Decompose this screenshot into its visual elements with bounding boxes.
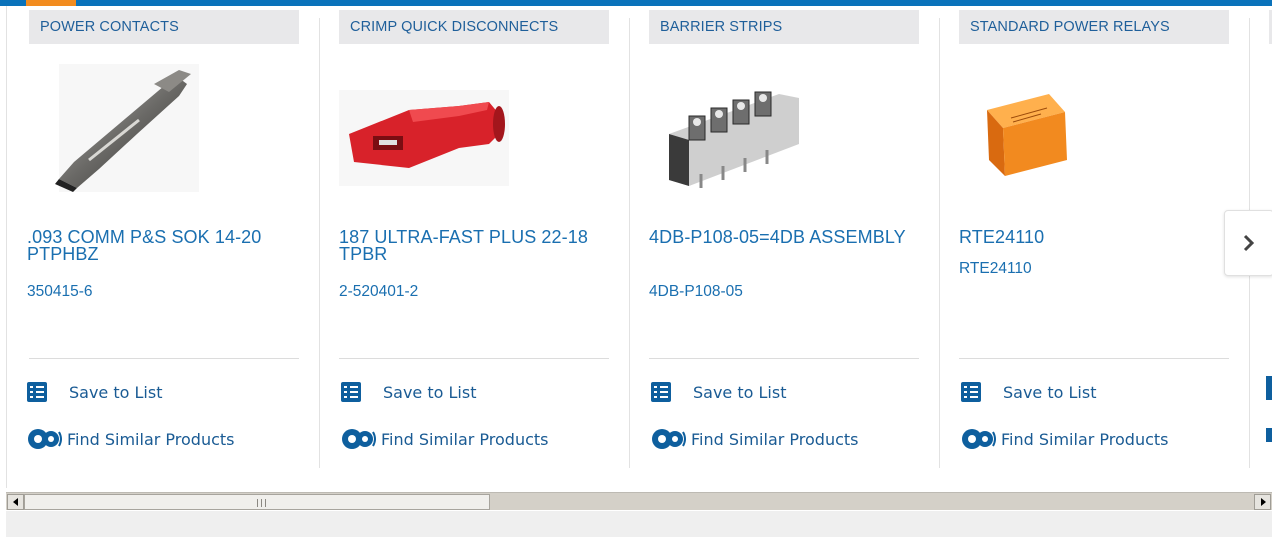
checklist-icon [341,382,361,402]
category-label[interactable]: POWER CONTACTS [29,10,299,44]
arrow-right-icon [1260,498,1266,506]
save-to-list-button[interactable]: Save to List [27,382,162,402]
gears-icon [652,429,686,449]
product-card: STANDARD POWER RELAYS RTE24110 RTE24110 … [939,6,1249,470]
scroll-left-button[interactable] [7,494,24,510]
product-card: BARRIER STRIPS 4DB-P108-05=4DB ASSEMBLY … [629,6,939,470]
gears-icon [342,429,376,449]
gears-icon [962,429,996,449]
category-label[interactable]: STANDARD POWER RELAYS [959,10,1229,44]
find-similar-products-button[interactable]: Find Similar Products [961,426,1169,452]
product-card: POWER CONTACTS .093 COMM P&S SOK 14-20 P… [7,6,317,470]
footer-band [6,511,1272,537]
scrollbar-grip [257,499,266,507]
carousel-next-button[interactable] [1224,210,1272,276]
part-number-link[interactable]: 2-520401-2 [339,283,418,301]
find-similar-label: Find Similar Products [381,429,549,449]
product-image-barrier-strip[interactable] [649,64,829,194]
arrow-left-icon [12,498,18,506]
scroll-right-button[interactable] [1254,494,1271,510]
save-to-list-label: Save to List [383,382,477,402]
next-card-save-icon-peek [1266,376,1272,400]
card-divider [29,358,299,359]
checklist-icon [27,382,47,402]
chevron-right-icon [1243,234,1255,252]
save-to-list-label: Save to List [693,382,787,402]
checklist-icon [651,382,671,402]
product-title-link[interactable]: RTE24110 [959,228,1229,246]
product-title-link[interactable]: 4DB-P108-05=4DB ASSEMBLY [649,228,919,246]
category-label[interactable]: CRIMP QUICK DISCONNECTS [339,10,609,44]
horizontal-scrollbar[interactable] [6,492,1272,510]
find-similar-products-button[interactable]: Find Similar Products [341,426,549,452]
find-similar-products-button[interactable]: Find Similar Products [27,426,235,452]
save-to-list-button[interactable]: Save to List [651,382,786,402]
product-card: CRIMP QUICK DISCONNECTS 187 ULTRA-FAST P… [319,6,629,470]
find-similar-products-button[interactable]: Find Similar Products [651,426,859,452]
card-divider [649,358,919,359]
product-image-crimp-disconnect[interactable] [339,64,519,194]
save-to-list-button[interactable]: Save to List [341,382,476,402]
card-divider [959,358,1229,359]
product-carousel: POWER CONTACTS .093 COMM P&S SOK 14-20 P… [6,6,1272,488]
gears-icon [28,429,62,449]
save-to-list-label: Save to List [1003,382,1097,402]
product-title-link[interactable]: 187 ULTRA-FAST PLUS 22-18 TPBR [339,228,609,263]
find-similar-label: Find Similar Products [67,429,235,449]
part-number-link[interactable]: RTE24110 [959,260,1032,278]
find-similar-label: Find Similar Products [1001,429,1169,449]
product-image-power-contact[interactable] [29,64,209,194]
product-title-link[interactable]: .093 COMM P&S SOK 14-20 PTPHBZ [27,228,297,263]
card-divider [339,358,609,359]
save-to-list-label: Save to List [69,382,163,402]
part-number-link[interactable]: 4DB-P108-05 [649,283,743,301]
part-number-link[interactable]: 350415-6 [27,283,93,301]
product-image-power-relay[interactable] [959,64,1139,194]
save-to-list-button[interactable]: Save to List [961,382,1096,402]
scrollbar-thumb[interactable] [24,494,490,510]
category-label[interactable]: BARRIER STRIPS [649,10,919,44]
next-card-find-icon-peek [1266,428,1272,442]
checklist-icon [961,382,981,402]
find-similar-label: Find Similar Products [691,429,859,449]
